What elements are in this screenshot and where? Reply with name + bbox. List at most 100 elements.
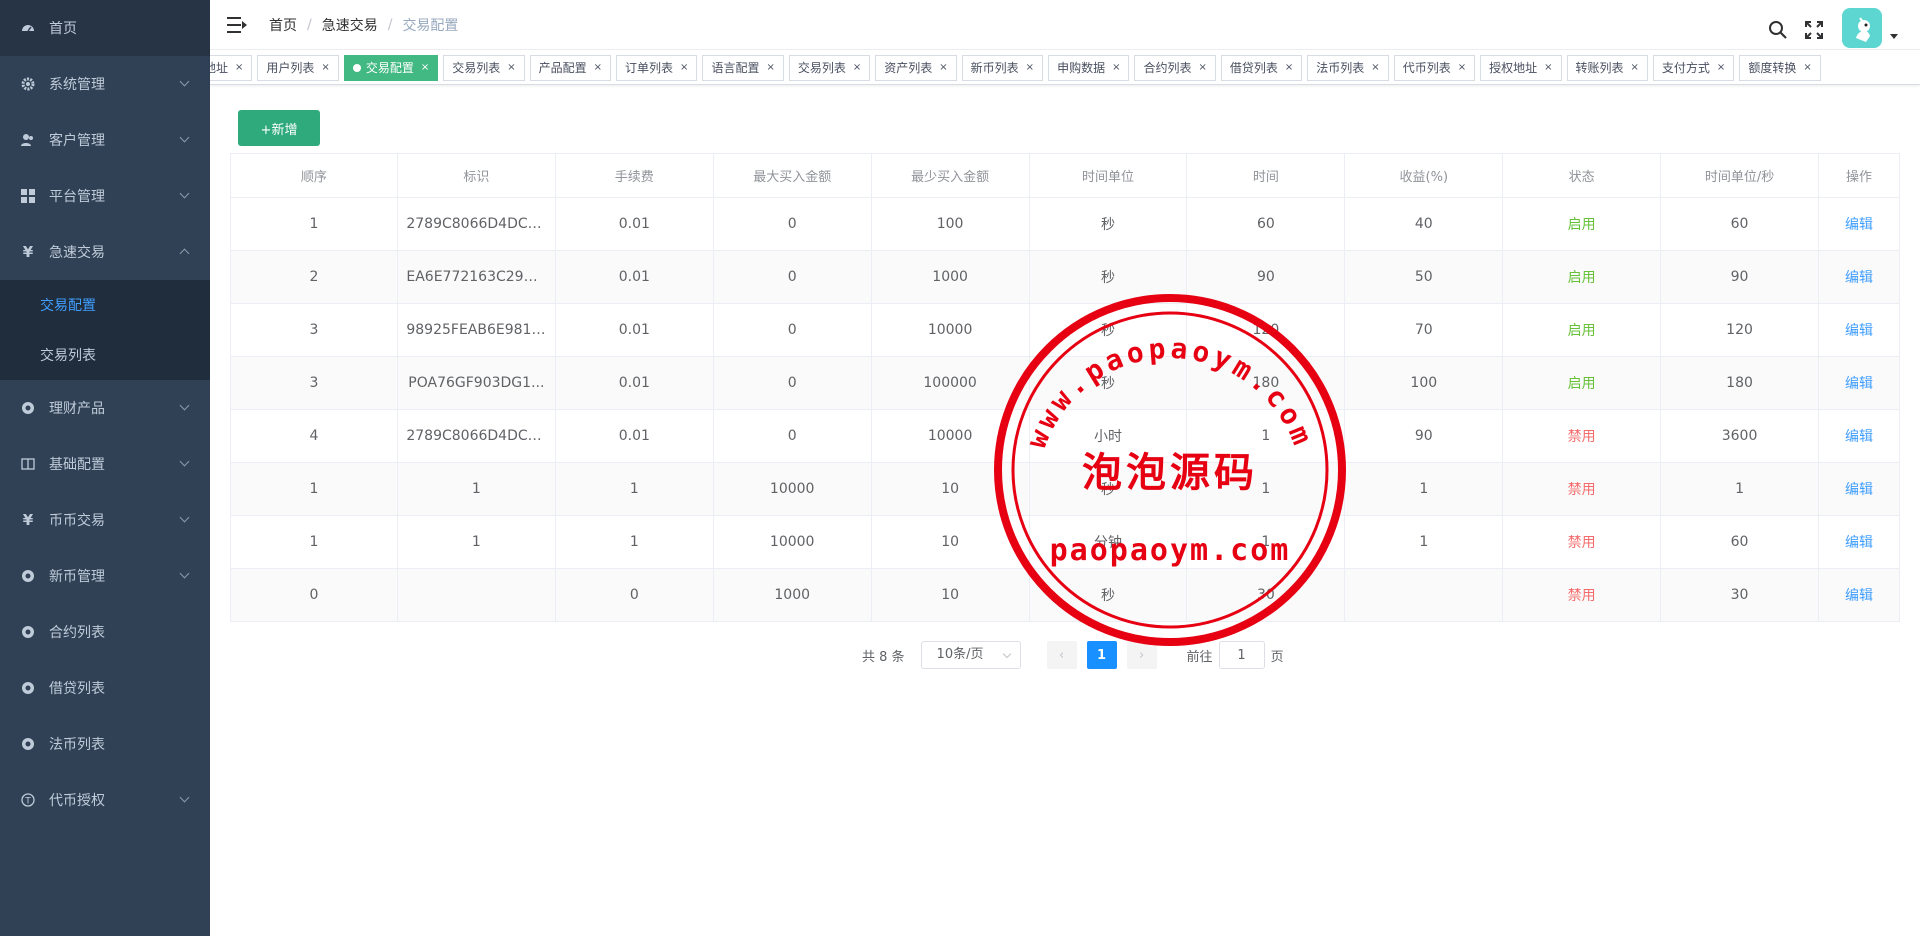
sidebar-item-top-1[interactable]: 系统管理 <box>0 56 210 112</box>
close-icon[interactable]: × <box>1371 56 1379 80</box>
tag-1[interactable]: 用户列表 × <box>257 55 339 81</box>
sidebar-subitem-1[interactable]: 交易列表 <box>0 330 210 380</box>
tag-15[interactable]: 授权地址 × <box>1480 55 1562 81</box>
tag-8[interactable]: 资产列表 × <box>875 55 957 81</box>
next-page-button[interactable]: › <box>1126 641 1157 669</box>
close-icon[interactable]: × <box>1458 56 1466 80</box>
chevron-down-icon <box>179 792 190 803</box>
table-cell <box>1344 568 1504 622</box>
sidebar-item-label: 理财产品 <box>49 401 105 417</box>
edit-link[interactable]: 编辑 <box>1817 409 1901 463</box>
table-cell: 1 <box>554 515 714 569</box>
sidebar-item-after-7[interactable]: T 代币授权 <box>0 772 210 828</box>
breadcrumb-section[interactable]: 急速交易 <box>322 15 378 35</box>
close-icon[interactable]: × <box>680 56 688 80</box>
caret-down-icon[interactable] <box>1890 33 1898 39</box>
tag-10[interactable]: 申购数据 × <box>1048 55 1130 81</box>
edit-link[interactable]: 编辑 <box>1817 303 1901 357</box>
close-icon[interactable]: × <box>1026 56 1034 80</box>
close-icon[interactable]: × <box>1717 56 1725 80</box>
table-cell <box>396 568 556 622</box>
search-icon[interactable] <box>1768 20 1788 40</box>
goto-page-input[interactable] <box>1218 641 1265 669</box>
column-header: 顺序 <box>230 153 398 198</box>
status-text: 启用 <box>1502 303 1662 357</box>
hamburger-icon[interactable] <box>227 16 247 33</box>
close-icon[interactable]: × <box>853 56 861 80</box>
edit-link[interactable]: 编辑 <box>1817 250 1901 304</box>
close-icon[interactable]: × <box>939 56 947 80</box>
edit-link[interactable]: 编辑 <box>1817 462 1901 516</box>
page-number-current[interactable]: 1 <box>1086 641 1117 669</box>
close-icon[interactable]: × <box>321 56 329 80</box>
sidebar-item-after-6[interactable]: 法币列表 <box>0 716 210 772</box>
table-cell: 0.01 <box>554 356 714 410</box>
dashboard-icon <box>20 20 36 36</box>
close-icon[interactable]: × <box>1285 56 1293 80</box>
sidebar-item-top-0[interactable]: 首页 <box>0 0 210 56</box>
add-button[interactable]: +新增 <box>238 110 320 146</box>
sidebar-item-after-1[interactable]: 基础配置 <box>0 436 210 492</box>
page-size-select[interactable]: 10条/页 <box>920 641 1021 669</box>
fullscreen-icon[interactable] <box>1804 20 1824 40</box>
sidebar-item-after-0[interactable]: 理财产品 <box>0 380 210 436</box>
table-cell: 98925FEAB6E981FA <box>396 303 556 357</box>
sidebar-item-top-3[interactable]: 平台管理 <box>0 168 210 224</box>
tag-14[interactable]: 代币列表 × <box>1393 55 1476 81</box>
table-cell: EA6E772163C29134 <box>396 250 556 304</box>
sidebar-item-label: 法币列表 <box>49 737 105 753</box>
tag-6[interactable]: 语言配置 × <box>702 55 784 81</box>
table-cell: 2 <box>230 250 398 304</box>
tag-13[interactable]: 法币列表 × <box>1307 55 1389 81</box>
tag-9[interactable]: 新币列表 × <box>961 55 1044 81</box>
tag-18[interactable]: 额度转换 × <box>1739 55 1821 81</box>
table-row: 0 0 1000 10 秒 30 禁用 30 编辑 <box>230 568 1901 622</box>
close-icon[interactable]: × <box>235 56 243 80</box>
close-icon[interactable]: × <box>1544 56 1552 80</box>
edit-link[interactable]: 编辑 <box>1817 515 1901 569</box>
close-icon[interactable]: × <box>1198 56 1206 80</box>
tag-12[interactable]: 借贷列表 × <box>1220 55 1303 81</box>
navbar-right <box>1768 8 1898 48</box>
table-cell: 1 <box>230 515 398 569</box>
tag-5[interactable]: 订单列表 × <box>616 55 698 81</box>
breadcrumb-home[interactable]: 首页 <box>269 15 297 35</box>
tag-0[interactable]: 地址 × <box>210 55 253 81</box>
close-icon[interactable]: × <box>1803 56 1811 80</box>
circle-icon <box>20 680 36 696</box>
sidebar-subitem-0[interactable]: 交易配置 <box>0 280 210 330</box>
sidebar-item-after-4[interactable]: 合约列表 <box>0 604 210 660</box>
close-icon[interactable]: × <box>594 56 602 80</box>
chevron-up-icon <box>179 248 190 259</box>
tag-11[interactable]: 合约列表 × <box>1134 55 1216 81</box>
sidebar-item-after-2[interactable]: ¥ 币币交易 <box>0 492 210 548</box>
sidebar-item-top-4[interactable]: ¥ 急速交易 <box>0 224 210 280</box>
table-cell: 分钟 <box>1028 515 1188 569</box>
edit-link[interactable]: 编辑 <box>1817 356 1901 410</box>
tag-17[interactable]: 支付方式 × <box>1652 55 1735 81</box>
close-icon[interactable]: × <box>421 56 429 80</box>
sidebar-item-after-5[interactable]: 借贷列表 <box>0 660 210 716</box>
tag-16[interactable]: 转账列表 × <box>1566 55 1648 81</box>
prev-page-button[interactable]: ‹ <box>1046 641 1077 669</box>
edit-link[interactable]: 编辑 <box>1817 568 1901 622</box>
edit-link[interactable]: 编辑 <box>1817 197 1901 251</box>
table-cell: 4 <box>230 409 398 463</box>
chevron-down-icon <box>179 568 190 579</box>
tag-label: 合约列表 <box>1143 61 1192 75</box>
sidebar-item-label: 基础配置 <box>49 457 105 473</box>
tag-2[interactable]: 交易配置 × <box>343 55 439 81</box>
tag-3[interactable]: 交易列表 × <box>443 55 525 81</box>
tag-4[interactable]: 产品配置 × <box>529 55 612 81</box>
tag-7[interactable]: 交易列表 × <box>788 55 871 81</box>
close-icon[interactable]: × <box>766 56 774 80</box>
sidebar-item-after-3[interactable]: 新币管理 <box>0 548 210 604</box>
avatar[interactable] <box>1842 8 1882 48</box>
token-icon: T <box>20 792 36 808</box>
close-icon[interactable]: × <box>1112 56 1120 80</box>
sidebar-item-top-2[interactable]: 客户管理 <box>0 112 210 168</box>
table-cell: 30 <box>1186 568 1346 622</box>
table-cell: 3 <box>230 303 398 357</box>
close-icon[interactable]: × <box>1631 56 1639 80</box>
close-icon[interactable]: × <box>507 56 515 80</box>
